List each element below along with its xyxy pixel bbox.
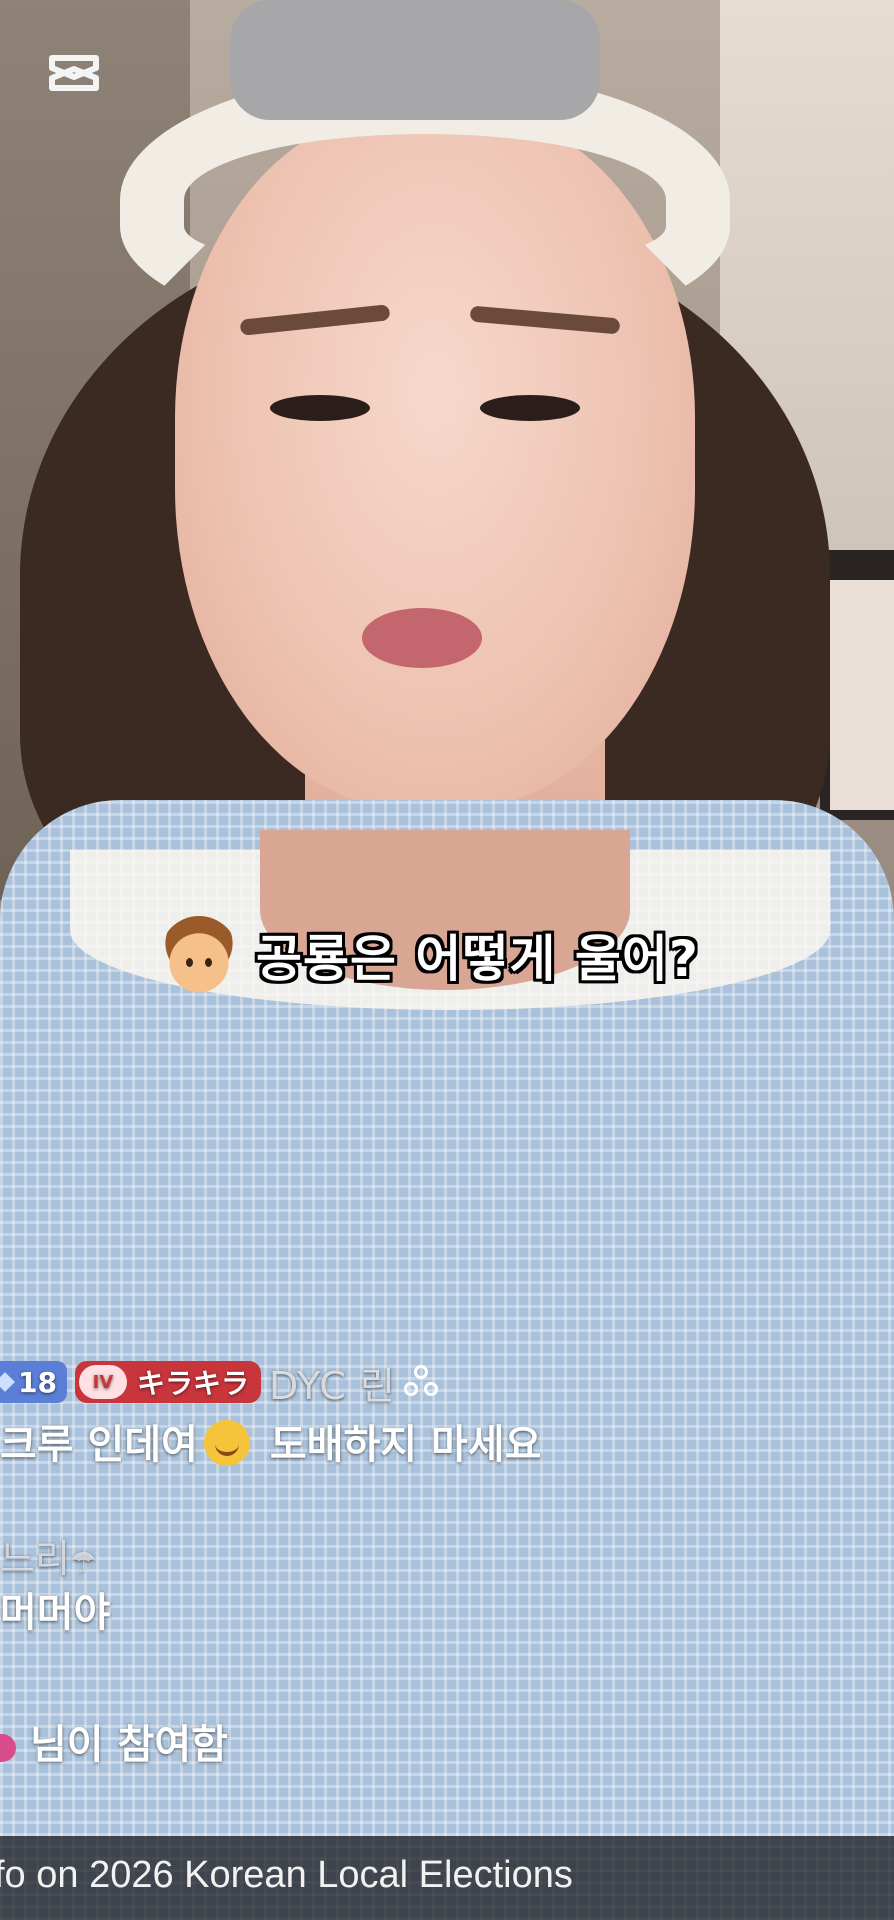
join-notice-text: 님이 참여함 (30, 1722, 228, 1768)
streamer-eye-right (480, 395, 580, 421)
background-door (830, 580, 894, 810)
streamer-mouth (362, 608, 482, 668)
chat-message-text: 머머야 (0, 1590, 111, 1636)
level-number: 18 (18, 1365, 57, 1399)
umbrella-icon: ☂ (69, 1545, 97, 1580)
fan-badge: IV キラキラ (74, 1361, 261, 1403)
info-banner[interactable]: fo on 2026 Korean Local Elections (0, 1836, 894, 1920)
group-icon (403, 1365, 438, 1399)
smiling-face-icon (203, 1420, 250, 1466)
heart-icon: IV (78, 1365, 127, 1399)
headband-bow (230, 0, 600, 120)
capcut-logo-icon (46, 50, 102, 96)
caption-text: 공룡은 어떻게 울어? (256, 930, 699, 988)
chat-message: 머머야 (0, 1580, 894, 1638)
streamer-eye-left (270, 395, 370, 421)
chat-message: 크루 인데여 도배하지 마세요 (0, 1412, 894, 1470)
fan-badge-label: キラキラ (136, 1367, 249, 1400)
user-avatar-icon (0, 1734, 16, 1762)
chat-username-row: 느리☂ (0, 1528, 894, 1583)
chat-message-text: 도배하지 마세요 (255, 1422, 542, 1468)
chat-message-text: 크루 인데여 (0, 1422, 198, 1468)
chat-username[interactable]: 느리 (0, 1537, 70, 1581)
level-badge: 18 (0, 1361, 67, 1403)
chat-username[interactable]: DYC 린 (269, 1355, 396, 1410)
join-notice: 님이 참여함 (0, 1712, 894, 1770)
video-caption: 공룡은 어떻게 울어? (160, 912, 699, 998)
chat-header-row: 18 IV キラキラ DYC 린 (0, 1358, 894, 1408)
diamond-icon (0, 1372, 15, 1392)
info-banner-text[interactable]: fo on 2026 Korean Local Elections (0, 1854, 573, 1897)
person-emoji-icon (160, 916, 238, 994)
